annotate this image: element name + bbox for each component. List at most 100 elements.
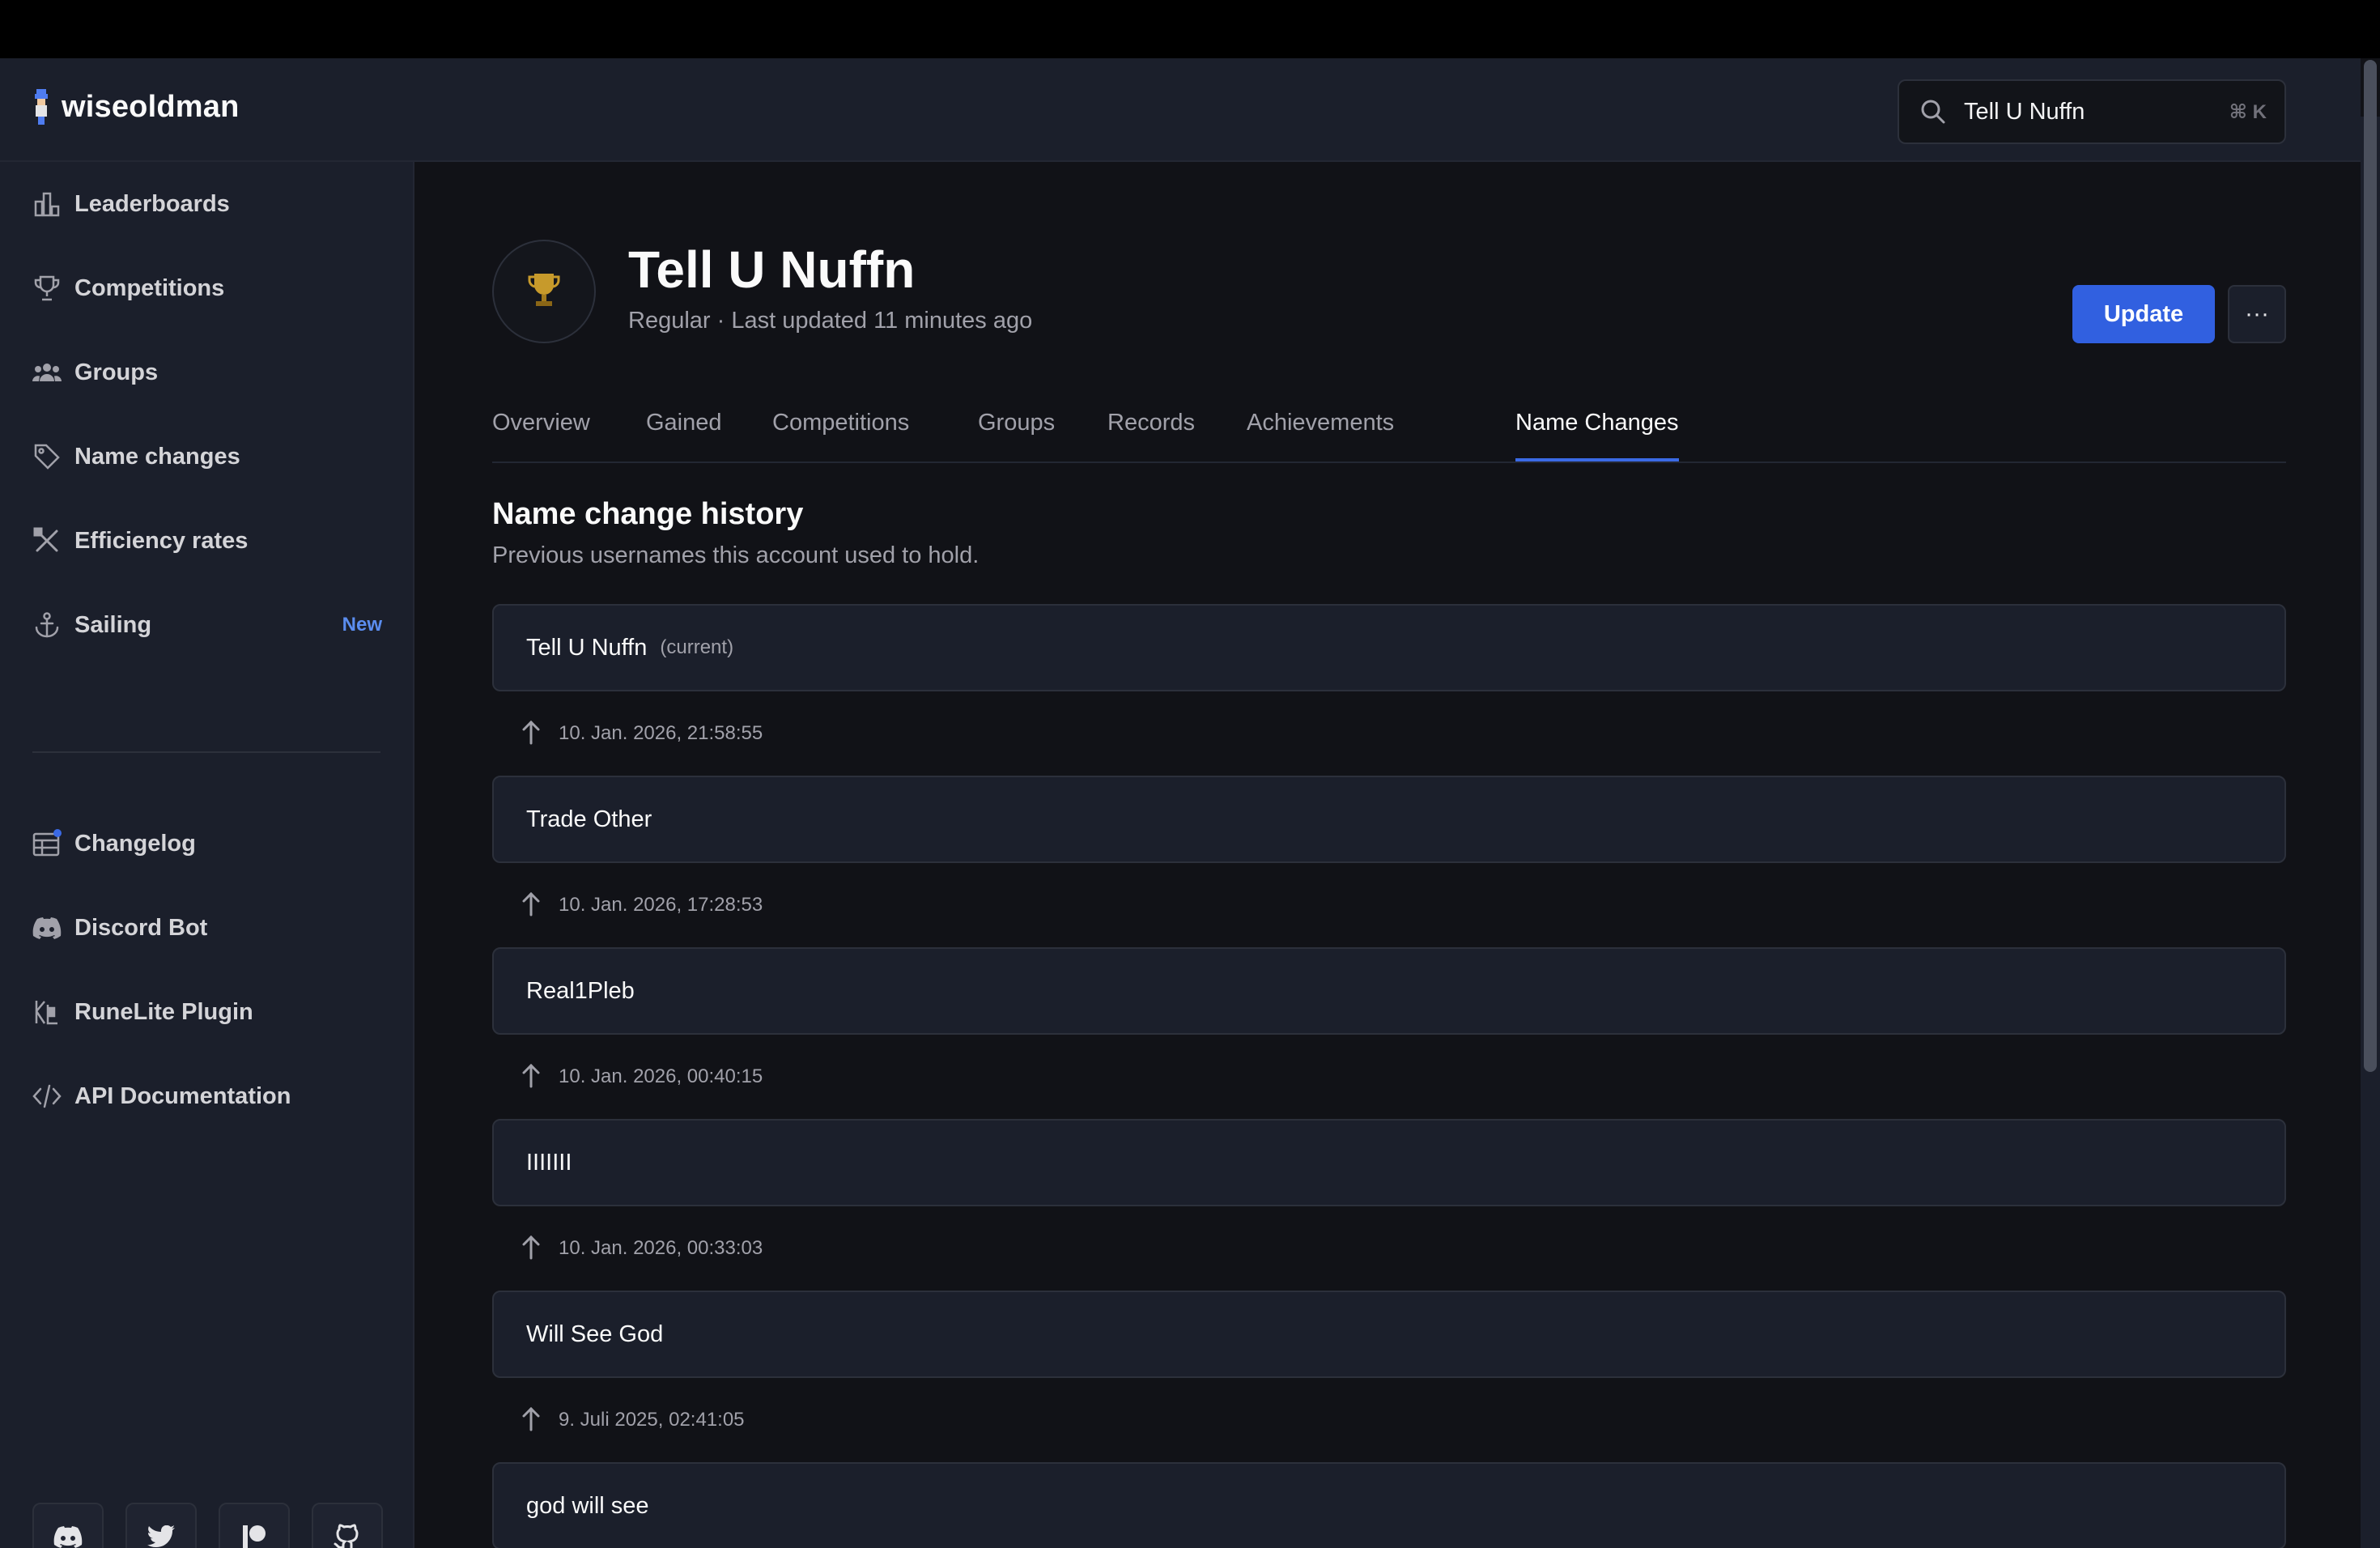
anchor-icon	[32, 610, 62, 640]
runelite-icon	[32, 997, 62, 1027]
sidebar-item-label: Efficiency rates	[74, 527, 249, 554]
name-card-current: Tell U Nuffn (current)	[492, 604, 2286, 691]
arrow-up-icon	[521, 1406, 541, 1435]
sidebar-item-label: API Documentation	[74, 1082, 291, 1109]
change-timestamp: 9. Juli 2025, 02:41:05	[521, 1404, 745, 1436]
sidebar-item-label: Groups	[74, 359, 159, 385]
discord-link[interactable]	[32, 1503, 104, 1548]
arrow-up-icon	[521, 1062, 541, 1092]
username: Will See God	[526, 1320, 664, 1347]
sidebar-item-label: Changelog	[74, 830, 196, 857]
sidebar-item-label: Discord Bot	[74, 914, 208, 941]
arrow-up-icon	[521, 719, 541, 749]
bar-chart-icon	[32, 189, 62, 219]
trophy-icon	[526, 270, 562, 313]
sidebar-item-efficiency-rates[interactable]: Efficiency rates	[32, 517, 382, 565]
name-card: god will see	[492, 1462, 2286, 1548]
search-box[interactable]: Tell U Nuffn ⌘ K	[1898, 79, 2286, 144]
username: IIIIIII	[526, 1149, 572, 1176]
sidebar-item-label: Name changes	[74, 443, 240, 470]
patreon-link[interactable]	[219, 1503, 290, 1548]
search-icon	[1917, 96, 1949, 128]
new-badge: New	[342, 614, 382, 636]
name-card: Trade Other	[492, 776, 2286, 863]
twitter-link[interactable]	[125, 1503, 197, 1548]
trophy-icon	[32, 274, 62, 303]
change-timestamp: 10. Jan. 2026, 21:58:55	[521, 717, 763, 750]
change-date: 10. Jan. 2026, 17:28:53	[559, 894, 763, 916]
sidebar-item-label: Sailing	[74, 611, 152, 638]
sidebar-item-leaderboards[interactable]: Leaderboards	[32, 180, 382, 228]
tab-achievements[interactable]: Achievements	[1247, 410, 1394, 436]
search-shortcut: ⌘ K	[2229, 100, 2267, 123]
logo[interactable]: wiseoldman	[32, 89, 240, 125]
more-options-button[interactable]: ···	[2228, 285, 2286, 343]
arrow-up-icon	[521, 1234, 541, 1264]
app: wiseoldman Tell U Nuffn ⌘ K Leaderboards	[0, 58, 2380, 1548]
tools-icon	[32, 526, 62, 555]
change-date: 10. Jan. 2026, 00:40:15	[559, 1065, 763, 1087]
profile-tabs: Overview Gained Competitions Groups Reco…	[492, 389, 2286, 463]
sidebar-item-groups[interactable]: Groups	[32, 348, 382, 397]
os-top-bar	[0, 0, 2380, 58]
active-tab-indicator	[1515, 458, 1679, 461]
sidebar-item-label: Leaderboards	[74, 190, 230, 217]
tab-name-changes[interactable]: Name Changes	[1515, 410, 1679, 436]
main-content: Tell U Nuffn Regular · Last updated 11 m…	[416, 162, 2361, 1548]
section-subtitle: Previous usernames this account used to …	[492, 542, 980, 568]
sidebar-item-label: RuneLite Plugin	[74, 998, 253, 1025]
username: god will see	[526, 1492, 649, 1519]
github-link[interactable]	[312, 1503, 383, 1548]
username: Real1Pleb	[526, 977, 635, 1004]
code-icon	[32, 1082, 62, 1111]
sidebar-item-discord-bot[interactable]: Discord Bot	[32, 904, 382, 952]
tab-overview[interactable]: Overview	[492, 410, 590, 436]
scrollbar-thumb[interactable]	[2364, 60, 2377, 1072]
change-timestamp: 10. Jan. 2026, 00:33:03	[521, 1232, 763, 1265]
sidebar-item-competitions[interactable]: Competitions	[32, 264, 382, 313]
calendar-icon	[32, 829, 62, 858]
tab-records[interactable]: Records	[1107, 410, 1195, 436]
tag-icon	[32, 442, 62, 471]
discord-icon	[32, 913, 62, 942]
sidebar-item-api-documentation[interactable]: API Documentation	[32, 1072, 382, 1121]
sidebar-item-label: Competitions	[74, 274, 225, 301]
change-timestamp: 10. Jan. 2026, 00:40:15	[521, 1061, 763, 1093]
twitter-icon	[147, 1525, 175, 1548]
current-tag: (current)	[660, 636, 734, 658]
username: Trade Other	[526, 806, 652, 832]
arrow-up-icon	[521, 891, 541, 921]
change-date: 10. Jan. 2026, 00:33:03	[559, 1237, 763, 1259]
sidebar: Leaderboards Competitions Groups Name ch…	[0, 162, 414, 1548]
name-card: IIIIIII	[492, 1119, 2286, 1206]
name-card: Real1Pleb	[492, 947, 2286, 1035]
change-date: 10. Jan. 2026, 21:58:55	[559, 722, 763, 744]
sidebar-item-name-changes[interactable]: Name changes	[32, 432, 382, 481]
player-avatar	[492, 240, 596, 343]
player-name: Tell U Nuffn	[628, 240, 916, 299]
tab-gained[interactable]: Gained	[646, 410, 722, 436]
player-meta: Regular · Last updated 11 minutes ago	[628, 308, 1033, 334]
sidebar-divider	[32, 751, 380, 753]
update-button[interactable]: Update	[2072, 285, 2215, 343]
app-name: wiseoldman	[62, 89, 240, 124]
search-input[interactable]: Tell U Nuffn	[1964, 99, 2229, 125]
change-timestamp: 10. Jan. 2026, 17:28:53	[521, 889, 763, 921]
sidebar-item-runelite-plugin[interactable]: RuneLite Plugin	[32, 988, 382, 1036]
sidebar-item-changelog[interactable]: Changelog	[32, 819, 382, 868]
users-icon	[32, 358, 62, 387]
section-title: Name change history	[492, 497, 804, 531]
more-icon: ···	[2245, 300, 2269, 327]
patreon-icon	[241, 1524, 267, 1548]
username: Tell U Nuffn	[526, 634, 648, 661]
name-card: Will See God	[492, 1291, 2286, 1378]
github-icon	[334, 1523, 361, 1548]
tab-groups[interactable]: Groups	[978, 410, 1055, 436]
discord-icon	[53, 1525, 83, 1548]
change-date: 9. Juli 2025, 02:41:05	[559, 1409, 745, 1431]
top-header: wiseoldman Tell U Nuffn ⌘ K	[0, 58, 2361, 162]
social-links	[32, 1503, 383, 1548]
wise-old-man-icon	[32, 89, 50, 125]
sidebar-item-sailing[interactable]: Sailing New	[32, 601, 382, 649]
tab-competitions[interactable]: Competitions	[772, 410, 909, 436]
